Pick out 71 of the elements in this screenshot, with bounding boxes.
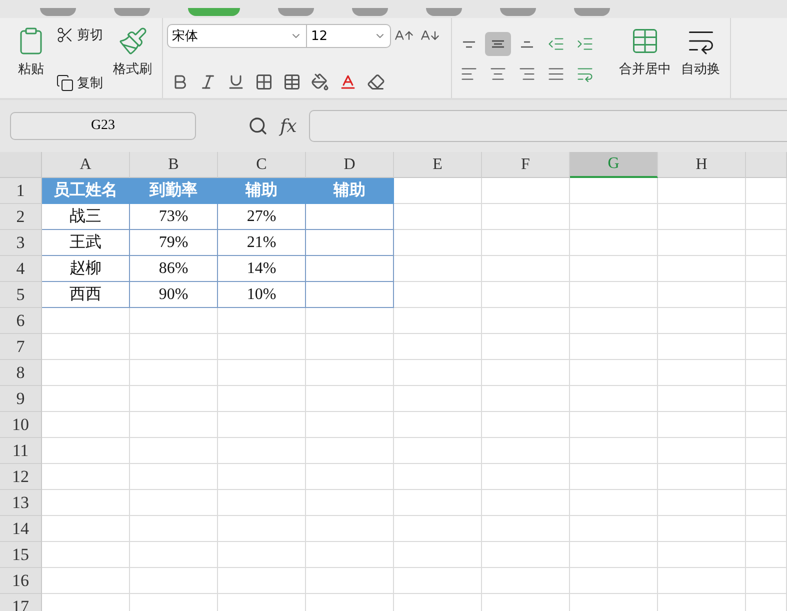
name-box[interactable]: G23 <box>10 112 196 140</box>
row-header[interactable]: 11 <box>0 438 42 464</box>
table-cell: 21% <box>218 230 306 256</box>
column-header[interactable]: C <box>218 152 306 178</box>
eraser-icon <box>367 73 385 91</box>
table-cell: 到勤率 <box>130 178 218 204</box>
row-header[interactable]: 13 <box>0 490 42 516</box>
row-header[interactable]: 15 <box>0 542 42 568</box>
row-header[interactable]: 6 <box>0 308 42 334</box>
row-header[interactable]: 2 <box>0 204 42 230</box>
table-icon <box>283 73 301 91</box>
row-header[interactable]: 4 <box>0 256 42 282</box>
font-color-icon <box>339 73 357 91</box>
table-cell: 员工姓名 <box>42 178 130 204</box>
column-header[interactable]: E <box>394 152 482 178</box>
justify-icon <box>547 65 565 83</box>
row-header[interactable]: 12 <box>0 464 42 490</box>
copy-icon <box>56 74 74 92</box>
table-cell: 辅助 <box>306 178 394 204</box>
formula-field[interactable] <box>308 110 787 142</box>
underline-icon <box>227 73 245 91</box>
row-header[interactable]: 9 <box>0 386 42 412</box>
merge-center-button[interactable]: 合并居中 <box>617 24 673 94</box>
align-button[interactable] <box>485 32 511 56</box>
italic-icon <box>199 73 217 91</box>
indent-icon <box>576 35 594 53</box>
table-cell: 西西 <box>42 282 130 308</box>
table-cell: 86% <box>130 256 218 282</box>
table-cell: 90% <box>130 282 218 308</box>
align-bottom-icon <box>521 40 533 48</box>
row-header[interactable]: 10 <box>0 412 42 438</box>
borders-icon <box>255 73 273 91</box>
font-name-field[interactable]: 宋体 <box>167 24 307 48</box>
table-cell: 73% <box>130 204 218 230</box>
scissors-icon <box>56 26 74 44</box>
paintbrush-icon <box>118 26 148 56</box>
wrap-text-button[interactable]: 自动换 <box>679 24 722 94</box>
row-header[interactable]: 14 <box>0 516 42 542</box>
table-cell: 79% <box>130 230 218 256</box>
paste-button[interactable]: 粘贴 <box>14 24 48 94</box>
column-header[interactable]: D <box>306 152 394 178</box>
copy-button[interactable]: 复制 <box>54 72 105 94</box>
outdent-icon <box>547 35 565 53</box>
align-left-icon <box>460 65 478 83</box>
column-header[interactable]: F <box>482 152 570 178</box>
align-center-icon <box>489 65 507 83</box>
column-header[interactable]: A <box>42 152 130 178</box>
paint-bucket-icon <box>311 73 329 91</box>
cut-button[interactable]: 剪切 <box>54 24 105 46</box>
row-header[interactable]: 1 <box>0 178 42 204</box>
table-cell: 战三 <box>42 204 130 230</box>
column-header[interactable]: H <box>658 152 746 178</box>
table-cell: 10% <box>218 282 306 308</box>
search-icon[interactable] <box>248 116 268 136</box>
row-header[interactable]: 5 <box>0 282 42 308</box>
table-cell: 辅助 <box>218 178 306 204</box>
row-header[interactable]: 16 <box>0 568 42 594</box>
format-painter-button[interactable]: 格式刷 <box>111 24 154 94</box>
column-header[interactable]: B <box>130 152 218 178</box>
table-cell: 赵柳 <box>42 256 130 282</box>
fx-label[interactable]: fx <box>280 116 297 136</box>
row-header[interactable]: 8 <box>0 360 42 386</box>
align-right-icon <box>518 65 536 83</box>
table-cell: 27% <box>218 204 306 230</box>
row-header[interactable]: 3 <box>0 230 42 256</box>
align-top-icon <box>463 40 475 48</box>
table-cell: 14% <box>218 256 306 282</box>
merge-cells-icon <box>630 26 660 56</box>
font-size-field[interactable]: 12 <box>307 24 391 48</box>
table-cell: 王武 <box>42 230 130 256</box>
row-header[interactable]: 7 <box>0 334 42 360</box>
